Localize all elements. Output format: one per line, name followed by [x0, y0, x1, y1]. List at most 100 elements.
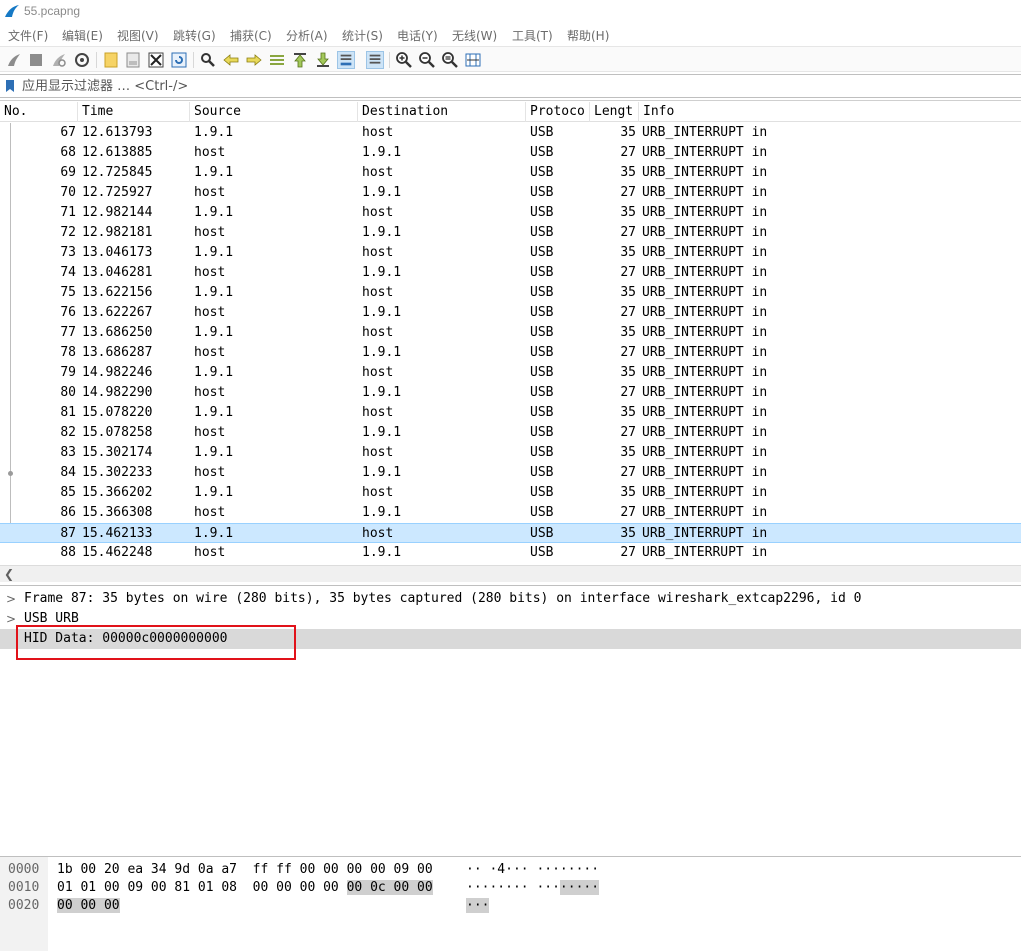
go-last-icon[interactable] — [314, 51, 332, 69]
packet-row[interactable]: 70 12.725927 host 1.9.1 USB 27 URB_INTERRUPT i… — [0, 183, 1021, 203]
packet-row[interactable]: 75 13.622156 1.9.1 host USB 35 URB_INTERRUPT i… — [0, 283, 1021, 303]
menu-help[interactable]: 帮助(H) — [567, 27, 609, 44]
packet-destination: host — [362, 165, 394, 180]
packet-row[interactable]: 87 15.462133 1.9.1 host USB 35 URB_INTERRUPT i… — [0, 523, 1021, 543]
packet-row[interactable]: 72 12.982181 host 1.9.1 USB 27 URB_INTERRUPT i… — [0, 223, 1021, 243]
expand-chevron-icon[interactable]: > — [6, 609, 16, 629]
resize-columns-icon[interactable] — [464, 51, 482, 69]
packet-length: 27 — [620, 305, 636, 320]
restart-capture-icon[interactable] — [50, 51, 68, 69]
packet-bytes[interactable]: 0000 1b 00 20 ea 34 9d 0a a7 ff ff 00 00… — [0, 856, 1021, 951]
packet-list[interactable]: No. Time Source Destination Protoco Leng… — [0, 100, 1021, 565]
packet-row[interactable]: 71 12.982144 1.9.1 host USB 35 URB_INTERRUPT i… — [0, 203, 1021, 223]
packet-length: 35 — [620, 325, 636, 340]
reload-file-icon[interactable] — [170, 51, 188, 69]
bytes-hex[interactable]: 1b 00 20 ea 34 9d 0a a7 ff ff 00 00 00 0… — [57, 861, 433, 879]
packet-time: 14.982246 — [82, 365, 153, 380]
packet-source: host — [194, 425, 226, 440]
packet-row[interactable]: 85 15.366202 1.9.1 host USB 35 URB_INTERRUPT i… — [0, 483, 1021, 503]
packet-destination: 1.9.1 — [362, 505, 402, 520]
bytes-ascii[interactable]: ·· ·4··· ········ — [466, 861, 599, 879]
packet-row[interactable]: 78 13.686287 host 1.9.1 USB 27 URB_INTERRUPT i… — [0, 343, 1021, 363]
menu-telephony[interactable]: 电话(Y) — [397, 27, 438, 44]
zoom-out-icon[interactable] — [418, 51, 436, 69]
column-header-length[interactable]: Lengt — [590, 102, 639, 122]
menu-edit[interactable]: 编辑(E) — [62, 27, 103, 44]
colorize-icon[interactable] — [366, 51, 384, 69]
packet-row[interactable]: 69 12.725845 1.9.1 host USB 35 URB_INTERRUPT i… — [0, 163, 1021, 183]
detail-row-usb-urb[interactable]: > USB URB — [0, 609, 1021, 629]
packet-row[interactable]: 82 15.078258 host 1.9.1 USB 27 URB_INTERRUPT i… — [0, 423, 1021, 443]
display-filter-input[interactable] — [22, 77, 1012, 95]
packet-length: 35 — [620, 526, 636, 541]
go-forward-icon[interactable] — [245, 51, 263, 69]
capture-options-icon[interactable] — [73, 51, 91, 69]
menu-file[interactable]: 文件(F) — [8, 27, 48, 44]
zoom-in-icon[interactable] — [395, 51, 413, 69]
packet-no: 83 — [60, 445, 76, 460]
packet-list-hscrollbar[interactable]: ❮ — [0, 565, 1021, 582]
column-header-source[interactable]: Source — [190, 102, 358, 122]
packet-row[interactable]: 84 15.302233 host 1.9.1 USB 27 URB_INTERRUPT i… — [0, 463, 1021, 483]
menu-view[interactable]: 视图(V) — [117, 27, 159, 44]
detail-text: HID Data: 00000c0000000000 — [24, 631, 228, 646]
start-capture-icon[interactable] — [5, 51, 23, 69]
packet-row[interactable]: 77 13.686250 1.9.1 host USB 35 URB_INTERRUPT i… — [0, 323, 1021, 343]
bytes-hex[interactable]: 01 01 00 09 00 81 01 08 00 00 00 00 00 0… — [57, 879, 433, 897]
column-header-no[interactable]: No. — [0, 102, 78, 122]
packet-row[interactable]: 73 13.046173 1.9.1 host USB 35 URB_INTERRUPT i… — [0, 243, 1021, 263]
packet-no: 68 — [60, 145, 76, 160]
packet-row[interactable]: 74 13.046281 host 1.9.1 USB 27 URB_INTERRUPT i… — [0, 263, 1021, 283]
packet-row[interactable]: 68 12.613885 host 1.9.1 USB 27 URB_INTERRUPT i… — [0, 143, 1021, 163]
packet-destination: 1.9.1 — [362, 545, 402, 560]
packet-details[interactable]: > Frame 87: 35 bytes on wire (280 bits),… — [0, 585, 1021, 855]
column-header-destination[interactable]: Destination — [358, 102, 526, 122]
packet-row[interactable]: 81 15.078220 1.9.1 host USB 35 URB_INTERRUPT i… — [0, 403, 1021, 423]
packet-time: 15.302174 — [82, 445, 153, 460]
column-header-protocol[interactable]: Protoco — [526, 102, 590, 122]
packet-row[interactable]: 76 13.622267 host 1.9.1 USB 27 URB_INTERRUPT i… — [0, 303, 1021, 323]
packet-info: URB_INTERRUPT in — [642, 125, 768, 140]
go-to-packet-icon[interactable] — [268, 51, 286, 69]
stop-capture-icon[interactable] — [27, 51, 45, 69]
detail-text: USB URB — [24, 611, 79, 626]
packet-destination: 1.9.1 — [362, 265, 402, 280]
packet-row[interactable]: 86 15.366308 host 1.9.1 USB 27 URB_INTERRUPT i… — [0, 503, 1021, 523]
menu-statistics[interactable]: 统计(S) — [342, 27, 383, 44]
go-first-icon[interactable] — [291, 51, 309, 69]
expand-chevron-icon[interactable]: > — [6, 589, 16, 609]
detail-row-hid-data[interactable]: HID Data: 00000c0000000000 — [0, 629, 1021, 649]
bytes-ascii[interactable]: ··· — [466, 897, 490, 915]
close-file-icon[interactable] — [147, 51, 165, 69]
save-file-icon[interactable] — [124, 51, 142, 69]
menu-tools[interactable]: 工具(T) — [512, 27, 553, 44]
menu-capture[interactable]: 捕获(C) — [230, 27, 272, 44]
scroll-left-icon[interactable]: ❮ — [4, 567, 14, 581]
packet-row[interactable]: 88 15.462248 host 1.9.1 USB 27 URB_INTERRUPT i… — [0, 543, 1021, 563]
packet-source: 1.9.1 — [194, 526, 234, 541]
column-header-time[interactable]: Time — [78, 102, 190, 122]
open-file-icon[interactable] — [102, 51, 120, 69]
normal-size-icon[interactable] — [441, 51, 459, 69]
packet-protocol: USB — [530, 165, 554, 180]
packet-destination: 1.9.1 — [362, 145, 402, 160]
column-header-info[interactable]: Info — [639, 102, 1021, 122]
menu-analyze[interactable]: 分析(A) — [286, 27, 328, 44]
packet-row[interactable]: 79 14.982246 1.9.1 host USB 35 URB_INTERRUPT i… — [0, 363, 1021, 383]
packet-protocol: USB — [530, 245, 554, 260]
packet-row[interactable]: 80 14.982290 host 1.9.1 USB 27 URB_INTERRUPT i… — [0, 383, 1021, 403]
packet-protocol: USB — [530, 445, 554, 460]
filter-bookmark-icon[interactable] — [4, 79, 16, 93]
menu-wireless[interactable]: 无线(W) — [452, 27, 497, 44]
detail-row-frame[interactable]: > Frame 87: 35 bytes on wire (280 bits),… — [0, 589, 1021, 609]
packet-row[interactable]: 67 12.613793 1.9.1 host USB 35 URB_INTERRUPT i… — [0, 123, 1021, 143]
packet-row[interactable]: 83 15.302174 1.9.1 host USB 35 URB_INTERRUPT i… — [0, 443, 1021, 463]
autoscroll-icon[interactable] — [337, 51, 355, 69]
packet-source: host — [194, 505, 226, 520]
packet-protocol: USB — [530, 545, 554, 560]
find-packet-icon[interactable] — [199, 51, 217, 69]
menu-go[interactable]: 跳转(G) — [173, 27, 216, 44]
go-back-icon[interactable] — [222, 51, 240, 69]
bytes-ascii[interactable]: ········ ········ — [466, 879, 600, 897]
bytes-hex[interactable]: 00 00 00 — [57, 897, 120, 915]
